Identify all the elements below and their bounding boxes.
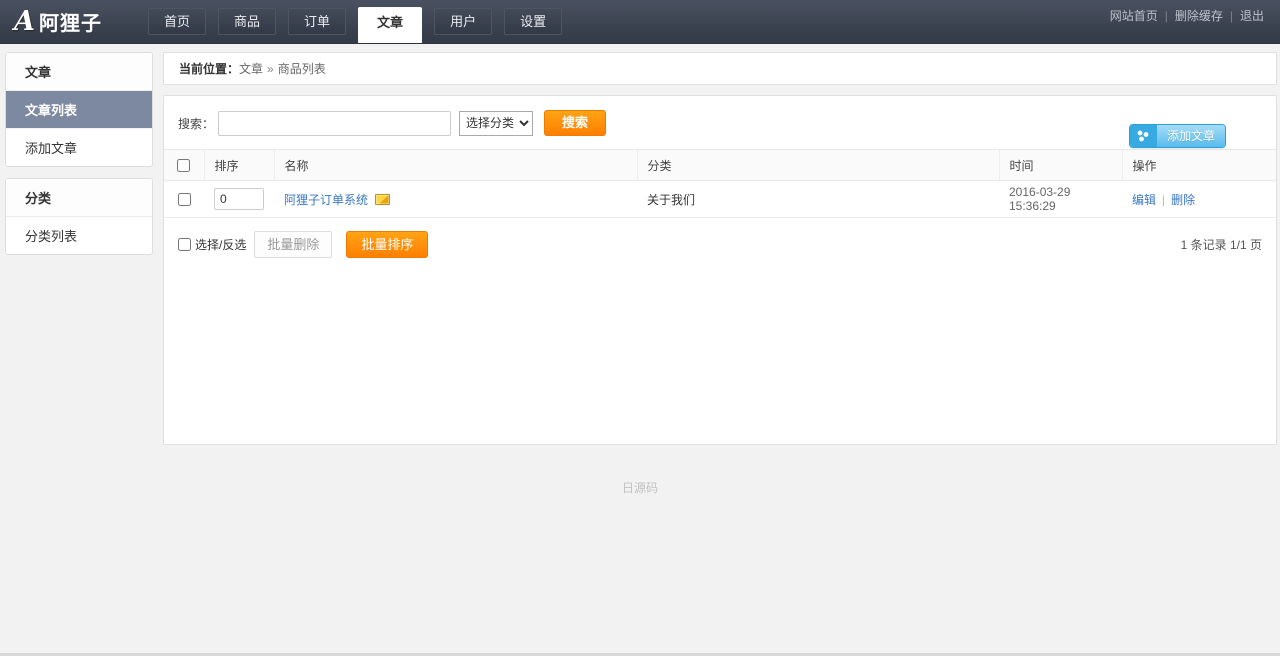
sidebar-item-add-article[interactable]: 添加文章 xyxy=(6,129,152,166)
article-table: 排序 名称 分类 时间 操作 阿狸子订单系统 关于我们 2016-03-29 xyxy=(164,149,1276,218)
footer-watermark: 日源码 xyxy=(0,479,1280,496)
ops-separator: | xyxy=(1162,193,1165,207)
header-category: 分类 xyxy=(637,150,999,181)
nav-tab-settings[interactable]: 设置 xyxy=(504,8,562,35)
row-checkbox[interactable] xyxy=(178,193,191,206)
cluster-icon xyxy=(1130,125,1157,147)
clear-cache-link[interactable]: 删除缓存 xyxy=(1175,7,1223,24)
delete-link[interactable]: 删除 xyxy=(1171,193,1195,207)
breadcrumb-page: 商品列表 xyxy=(278,62,326,76)
table-header-row: 排序 名称 分类 时间 操作 xyxy=(164,150,1276,181)
sidebar: 文章 文章列表 添加文章 分类 分类列表 xyxy=(5,52,153,266)
search-label: 搜索： xyxy=(178,115,214,132)
add-article-button[interactable]: 添加文章 xyxy=(1129,124,1226,148)
edit-link[interactable]: 编辑 xyxy=(1132,193,1156,207)
logout-link[interactable]: 退出 xyxy=(1240,7,1264,24)
select-invert-label: 选择/反选 xyxy=(195,236,246,253)
table-row: 阿狸子订单系统 关于我们 2016-03-29 15:36:29 编辑 | 删除 xyxy=(164,181,1276,218)
sidebar-item-article-list[interactable]: 文章列表 xyxy=(6,91,152,129)
article-category: 关于我们 xyxy=(637,181,999,218)
search-toolbar: 搜索： 选择分类 搜索 xyxy=(164,96,1276,149)
nav-tab-users[interactable]: 用户 xyxy=(434,8,492,35)
nav-tab-products[interactable]: 商品 xyxy=(218,8,276,35)
nav-tab-home[interactable]: 首页 xyxy=(148,8,206,35)
main-nav: 首页 商品 订单 文章 用户 设置 xyxy=(142,0,568,43)
nav-tab-articles[interactable]: 文章 xyxy=(358,7,422,43)
quick-links-separator: | xyxy=(1165,9,1168,23)
header-sort: 排序 xyxy=(204,150,274,181)
article-time: 2016-03-29 15:36:29 xyxy=(999,181,1122,218)
search-button[interactable]: 搜索 xyxy=(544,110,606,136)
sidebar-group-articles: 文章 文章列表 添加文章 xyxy=(5,52,153,167)
pagination-info: 1 条记录 1/1 页 xyxy=(1181,236,1262,253)
quick-links-separator: | xyxy=(1230,9,1233,23)
breadcrumb-section: 文章 xyxy=(239,62,263,76)
quick-links: 网站首页 | 删除缓存 | 退出 xyxy=(1110,0,1280,43)
search-input[interactable] xyxy=(218,111,451,136)
logo-text: 阿狸子 xyxy=(39,7,102,36)
sidebar-group-title-articles: 文章 xyxy=(6,53,152,91)
topbar: A 阿狸子 首页 商品 订单 文章 用户 设置 网站首页 | 删除缓存 | 退出 xyxy=(0,0,1280,44)
site-home-link[interactable]: 网站首页 xyxy=(1110,7,1158,24)
sort-order-input[interactable] xyxy=(214,188,264,210)
bulk-action-bar: 选择/反选 批量删除 批量排序 1 条记录 1/1 页 xyxy=(164,218,1276,271)
select-invert-checkbox[interactable] xyxy=(178,238,191,251)
attachment-image-icon xyxy=(375,194,390,205)
main-content: 当前位置：文章 » 商品列表 搜索： 选择分类 搜索 添加文章 xyxy=(163,52,1277,445)
add-article-button-label: 添加文章 xyxy=(1157,125,1225,147)
category-select[interactable]: 选择分类 xyxy=(459,111,533,136)
breadcrumb: 当前位置：文章 » 商品列表 xyxy=(163,52,1277,85)
select-all-checkbox[interactable] xyxy=(177,159,190,172)
nav-tab-orders[interactable]: 订单 xyxy=(288,8,346,35)
bulk-delete-button[interactable]: 批量删除 xyxy=(254,231,332,258)
bulk-sort-button[interactable]: 批量排序 xyxy=(346,231,428,258)
logo: A 阿狸子 xyxy=(0,0,142,43)
breadcrumb-prefix: 当前位置： xyxy=(179,62,239,76)
sidebar-group-title-categories: 分类 xyxy=(6,179,152,217)
header-time: 时间 xyxy=(999,150,1122,181)
header-ops: 操作 xyxy=(1122,150,1276,181)
sidebar-group-categories: 分类 分类列表 xyxy=(5,178,153,255)
header-name: 名称 xyxy=(274,150,637,181)
logo-icon: A xyxy=(14,6,35,37)
breadcrumb-separator: » xyxy=(267,62,274,76)
article-title-link[interactable]: 阿狸子订单系统 xyxy=(284,193,368,207)
sidebar-item-category-list[interactable]: 分类列表 xyxy=(6,217,152,254)
article-list-panel: 搜索： 选择分类 搜索 添加文章 排序 xyxy=(163,95,1277,445)
